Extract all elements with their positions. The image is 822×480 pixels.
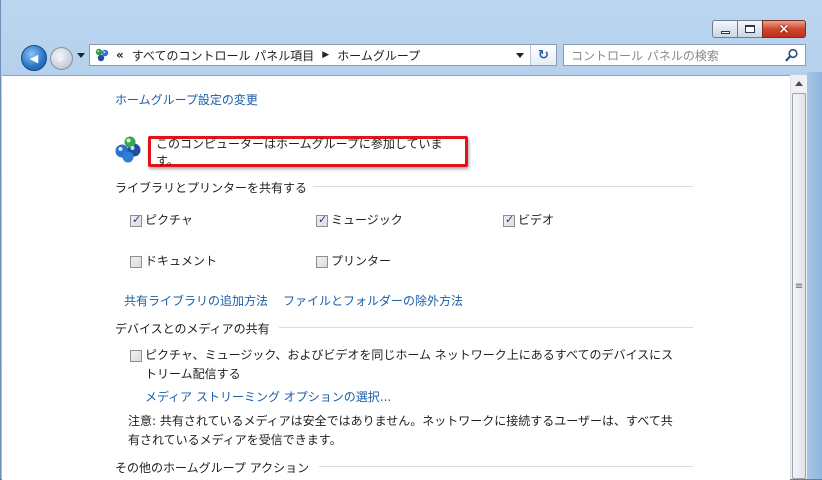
- stream-media-label-line2: トリーム配信する: [145, 367, 241, 381]
- other-actions-divider: [319, 466, 693, 467]
- music-label: ミュージック: [331, 213, 403, 227]
- add-shared-library-link[interactable]: 共有ライブラリの追加方法: [124, 292, 268, 309]
- minimize-button[interactable]: [712, 20, 737, 38]
- other-actions-heading: その他のホームグループ アクション: [115, 461, 310, 475]
- documents-label: ドキュメント: [145, 254, 218, 268]
- navigation-bar: ◀ ▶ « すべてのコントロール パネル項目 ▶ ホームグループ ↻ コントロー…: [1, 42, 822, 72]
- media-section-heading: デバイスとのメディアの共有: [115, 322, 270, 336]
- maximize-button[interactable]: [737, 20, 762, 38]
- address-dropdown-icon[interactable]: [516, 53, 524, 58]
- change-homegroup-settings-link[interactable]: ホームグループ設定の変更: [115, 91, 258, 108]
- homegroup-status-text: このコンピューターはホームグループに参加しています。: [156, 136, 443, 168]
- printers-checkbox[interactable]: [316, 256, 328, 268]
- vertical-scrollbar[interactable]: ≡: [790, 75, 808, 479]
- homegroup-large-icon: [112, 133, 144, 165]
- stream-media-label-line1: ピクチャ、ミュージック、およびビデオを同じホーム ネットワーク上にあるすべてのデ…: [145, 348, 674, 362]
- security-note-line2: 有されているメディアを受信できます。: [128, 433, 342, 447]
- address-bar[interactable]: « すべてのコントロール パネル項目 ▶ ホームグループ ↻: [89, 44, 557, 66]
- maximize-icon: [745, 25, 755, 33]
- scrollbar-grip-icon: ≡: [794, 280, 804, 292]
- search-icon[interactable]: [785, 48, 799, 62]
- pictures-label: ピクチャ: [145, 213, 193, 227]
- caption-buttons: ×: [712, 20, 806, 38]
- media-section-divider: [279, 327, 693, 328]
- music-checkbox[interactable]: [316, 213, 328, 227]
- minimize-icon: [720, 30, 730, 34]
- documents-checkbox[interactable]: [130, 256, 142, 268]
- breadcrumb-separator-icon[interactable]: ▶: [322, 50, 329, 60]
- close-button[interactable]: ×: [762, 20, 806, 38]
- pictures-checkbox[interactable]: [130, 213, 142, 227]
- forward-arrow-icon: ▶: [58, 53, 65, 64]
- search-placeholder[interactable]: コントロール パネルの検索: [571, 47, 719, 64]
- videos-label: ビデオ: [518, 213, 555, 227]
- scroll-up-arrow-icon[interactable]: [795, 81, 803, 86]
- homegroup-status-highlight: このコンピューターはホームグループに参加しています。: [148, 136, 468, 168]
- close-icon: ×: [778, 21, 790, 37]
- explorer-window: × ◀ ▶ « すべてのコントロール パネル項目 ▶ ホームグループ ↻ コント…: [0, 0, 822, 480]
- security-note-line1: 注意: 共有されているメディアは安全ではありません。ネットワークに接続するユーザ…: [128, 414, 673, 428]
- videos-checkbox[interactable]: [503, 213, 515, 227]
- forward-button[interactable]: ▶: [50, 47, 73, 70]
- back-button[interactable]: ◀: [21, 45, 47, 71]
- search-box[interactable]: コントロール パネルの検索: [563, 44, 806, 66]
- share-section-divider: [313, 186, 693, 187]
- share-section-heading: ライブラリとプリンターを共有する: [115, 181, 308, 195]
- window-frame-right: [807, 72, 822, 479]
- exclude-files-folders-link[interactable]: ファイルとフォルダーの除外方法: [283, 292, 463, 309]
- breadcrumb-item-all-control-panel[interactable]: すべてのコントロール パネル項目: [132, 47, 315, 64]
- address-prefix-icon[interactable]: «: [116, 48, 124, 62]
- media-streaming-options-link[interactable]: メディア ストリーミング オプションの選択...: [145, 388, 391, 405]
- recent-pages-dropdown-icon[interactable]: [77, 53, 85, 58]
- stream-media-checkbox[interactable]: [130, 350, 142, 362]
- scrollbar-thumb[interactable]: ≡: [792, 93, 806, 479]
- breadcrumb-item-homegroup[interactable]: ホームグループ: [337, 47, 420, 64]
- back-arrow-icon: ◀: [29, 51, 39, 65]
- homegroup-icon: [94, 47, 110, 63]
- refresh-icon: ↻: [538, 47, 549, 63]
- printers-label: プリンター: [331, 254, 392, 268]
- refresh-button[interactable]: ↻: [530, 45, 556, 65]
- breadcrumb: « すべてのコントロール パネル項目 ▶ ホームグループ: [116, 47, 420, 64]
